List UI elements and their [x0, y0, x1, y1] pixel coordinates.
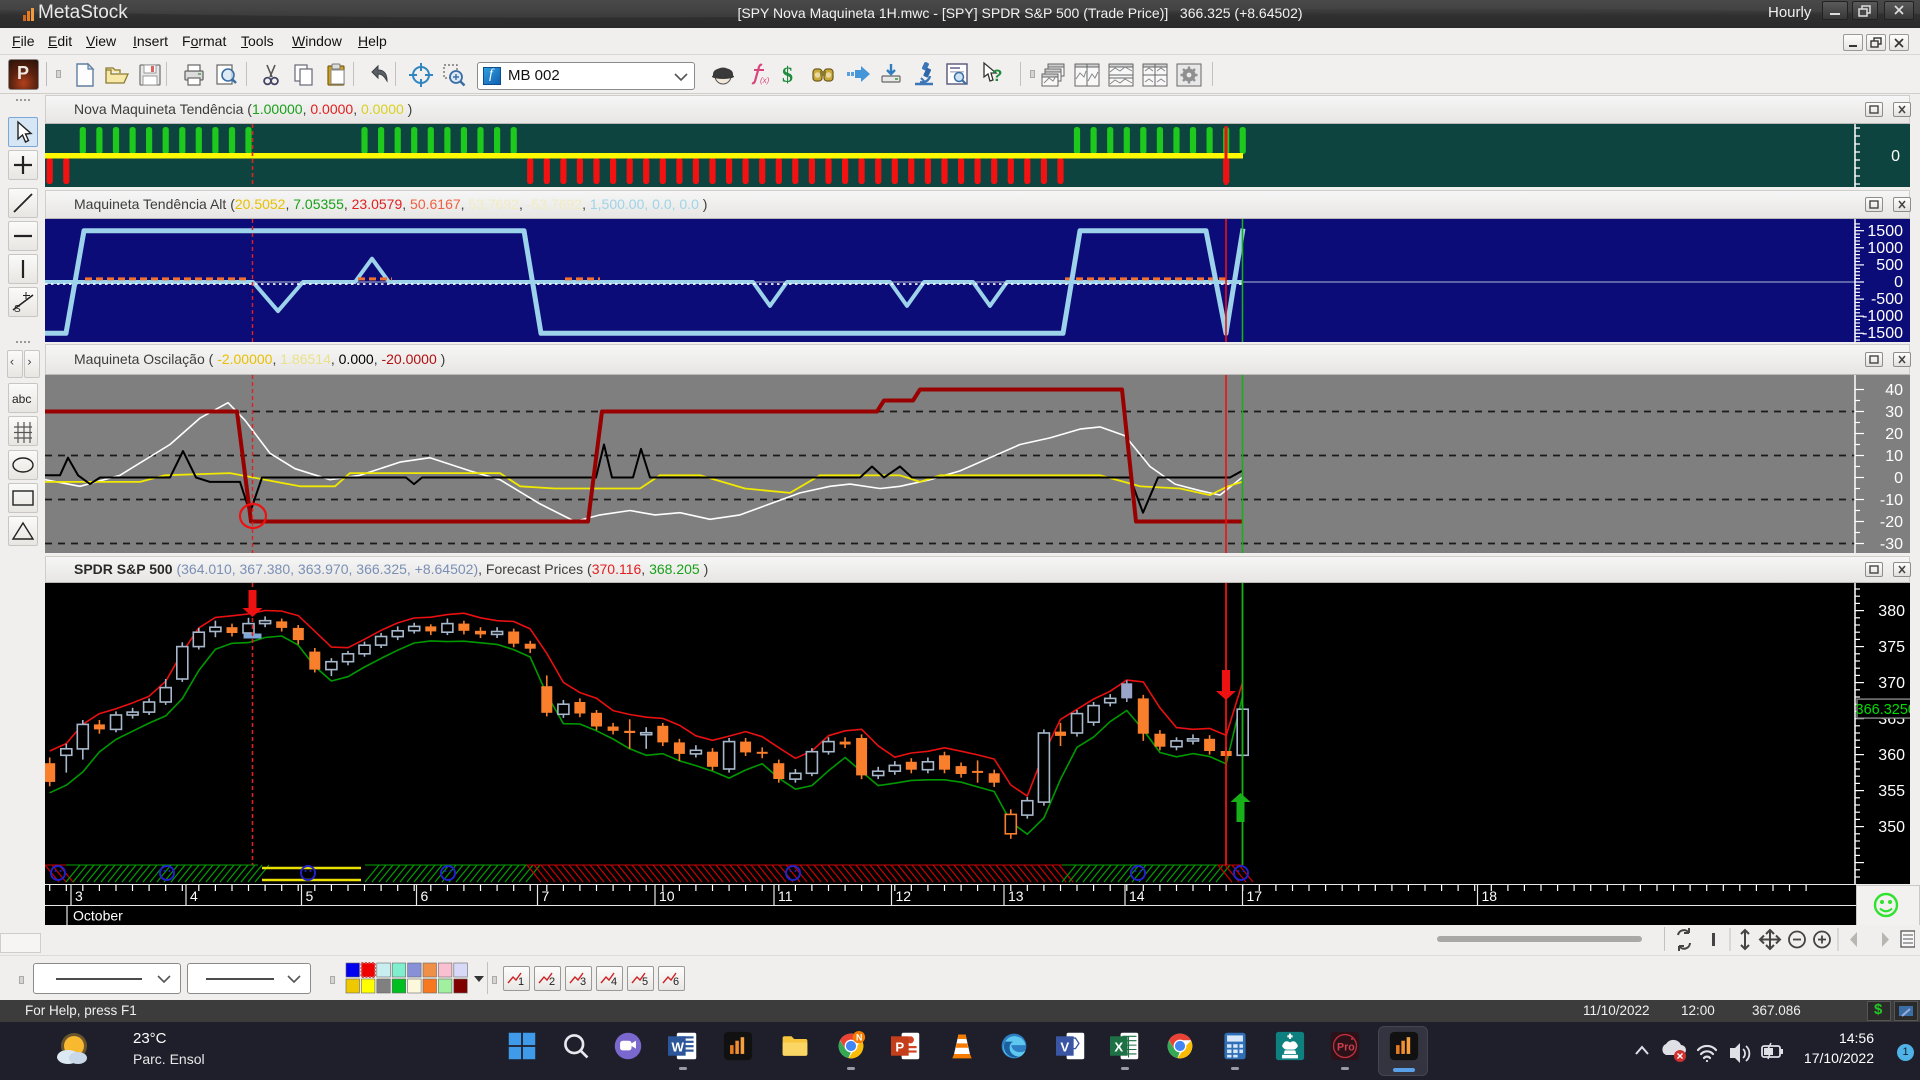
svg-text:13: 13 [1008, 888, 1024, 904]
svg-text:-30: -30 [1880, 536, 1903, 553]
svg-text:355: 355 [1878, 783, 1905, 800]
svg-text:3: 3 [75, 888, 83, 904]
svg-text:360: 360 [1878, 747, 1905, 764]
svg-text:-10: -10 [1880, 492, 1903, 509]
svg-text:-500: -500 [1871, 291, 1903, 308]
svg-text:18: 18 [1482, 888, 1498, 904]
svg-text:4: 4 [611, 976, 617, 988]
svg-text:0: 0 [1894, 470, 1903, 487]
svg-text:V: V [1060, 1039, 1069, 1054]
svg-text:-20: -20 [1880, 514, 1903, 531]
svg-text:abc: abc [12, 392, 31, 406]
svg-text:7: 7 [542, 888, 550, 904]
svg-text:0: 0 [1894, 274, 1903, 291]
svg-text:6: 6 [421, 888, 429, 904]
svg-text:5: 5 [642, 976, 648, 988]
svg-text:10: 10 [1885, 448, 1903, 465]
svg-text:-1000: -1000 [1862, 308, 1903, 325]
svg-text:October: October [73, 908, 123, 924]
svg-text:40: 40 [1885, 382, 1903, 399]
svg-text:W: W [672, 1039, 685, 1054]
svg-text:375: 375 [1878, 639, 1905, 656]
svg-text:380: 380 [1878, 603, 1905, 620]
svg-text:-1500: -1500 [1862, 325, 1903, 342]
svg-text:1: 1 [518, 976, 524, 988]
svg-text:2: 2 [549, 976, 555, 988]
svg-text:6: 6 [673, 976, 679, 988]
svg-text:366.3250: 366.3250 [1856, 702, 1910, 718]
svg-text:17: 17 [1247, 888, 1263, 904]
svg-text:4: 4 [190, 888, 198, 904]
svg-text:(x): (x) [760, 76, 770, 85]
svg-text:0: 0 [1891, 148, 1900, 165]
svg-text:370: 370 [1878, 675, 1905, 692]
svg-text:500: 500 [1876, 257, 1903, 274]
svg-text:X: X [1114, 1039, 1123, 1054]
svg-text:N: N [856, 1033, 862, 1043]
svg-text:20: 20 [1885, 426, 1903, 443]
svg-text:Pro: Pro [1337, 1041, 1355, 1053]
svg-text:30: 30 [1885, 404, 1903, 421]
svg-text:350: 350 [1878, 819, 1905, 836]
svg-text:3: 3 [580, 976, 586, 988]
svg-text:S: S [14, 304, 21, 315]
svg-text:12: 12 [896, 888, 912, 904]
svg-text:11: 11 [778, 888, 793, 904]
svg-text:5: 5 [306, 888, 314, 904]
svg-text:10: 10 [659, 888, 675, 904]
svg-text:$: $ [782, 62, 793, 87]
svg-text:14: 14 [1129, 888, 1145, 904]
svg-text:?: ? [992, 66, 1002, 85]
svg-text:1500: 1500 [1867, 223, 1903, 240]
svg-text:1000: 1000 [1867, 240, 1903, 257]
svg-text:P: P [895, 1039, 904, 1054]
